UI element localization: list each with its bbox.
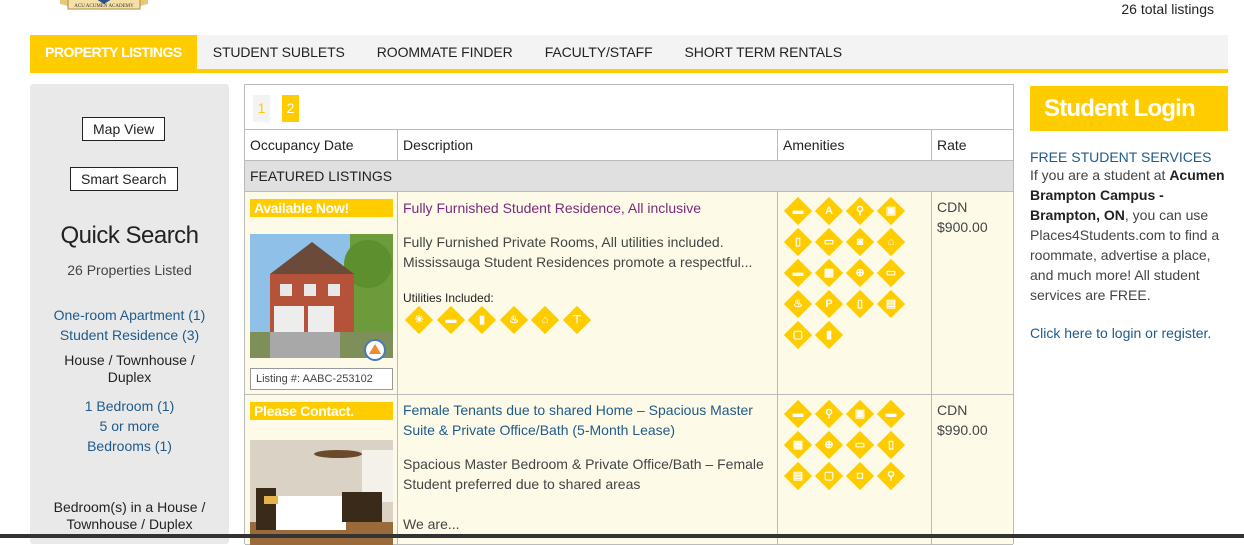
panorama-icon[interactable] — [361, 338, 389, 362]
sidebar: Map View Smart Search Quick Search 26 Pr… — [30, 84, 229, 544]
page-1-link[interactable]: 1 — [253, 95, 270, 122]
ac-unit-icon: ▬ — [783, 196, 813, 226]
ac-unit-icon: ▬ — [783, 399, 813, 429]
header-amenities: Amenities — [783, 137, 845, 153]
header-rate: Rate — [937, 137, 967, 153]
listing-row: Available Now! Listing #: AABC-253102 Fu… — [245, 192, 1013, 395]
tv-icon: ▭ — [845, 430, 875, 460]
map-view-button[interactable]: Map View — [82, 117, 166, 141]
listing-title-link[interactable]: Fully Furnished Student Residence, All i… — [403, 198, 763, 218]
student-login-button[interactable]: Student Login — [1030, 86, 1228, 131]
total-listings: 26 total listings — [1121, 1, 1214, 17]
bed-icon: ▬ — [783, 258, 813, 288]
services-text: If you are a student at Acumen Brampton … — [1030, 167, 1225, 303]
page-2-current[interactable]: 2 — [282, 95, 299, 122]
availability-badge: Available Now! — [250, 199, 393, 217]
water-tap-icon: ⊤ — [562, 305, 592, 335]
quick-search-heading: Quick Search — [60, 222, 199, 249]
bus-icon: ▣ — [876, 196, 906, 226]
fridge-icon: ▯ — [783, 227, 813, 257]
dishwasher-icon: ▤ — [783, 461, 813, 491]
accessible-icon: A — [814, 196, 844, 226]
bike-icon: ⚲ — [845, 196, 875, 226]
tab-student-sublets[interactable]: STUDENT SUBLETS — [197, 35, 361, 69]
tab-roommate-finder[interactable]: ROOMMATE FINDER — [361, 35, 529, 69]
listing-number: Listing #: AABC-253102 — [250, 368, 393, 390]
filter-one-room-apartment[interactable]: One-room Apartment (1) — [30, 305, 229, 325]
oven-icon: ▢ — [814, 461, 844, 491]
internet-icon: ⊕ — [814, 430, 844, 460]
oven-icon: ▢ — [783, 320, 813, 350]
bed-icon: ▬ — [876, 399, 906, 429]
rate-currency: CDN — [937, 199, 968, 215]
utilities-included-label: Utilities Included: — [403, 291, 494, 305]
site-logo[interactable]: ACU ACUMEN ACADEMY — [58, 0, 150, 20]
listing-title-link[interactable]: Female Tenants due to shared Home – Spac… — [403, 400, 763, 440]
parking-icon: P — [814, 289, 844, 319]
rate-amount: $990.00 — [937, 422, 988, 438]
heat-icon: ☀ — [404, 305, 434, 335]
bike-icon: ⚲ — [814, 399, 844, 429]
listings-table: 1 2 Occupancy Date Description Amenities… — [244, 84, 1014, 545]
listing-photo[interactable] — [250, 440, 393, 545]
smart-search-button[interactable]: Smart Search — [70, 167, 178, 191]
water-heater-icon: ▮ — [467, 305, 497, 335]
dishwasher-icon: ▤ — [876, 289, 906, 319]
cable-tv-icon: ◘ — [845, 461, 875, 491]
ac-icon: ▬ — [436, 305, 466, 335]
house-townhouse-heading: House / Townhouse / Duplex — [64, 352, 195, 385]
fire-icon: ♨ — [783, 289, 813, 319]
bike-rack-icon: ⚲ — [876, 461, 906, 491]
free-services-heading: FREE STUDENT SERVICES — [1030, 149, 1212, 165]
rate-amount: $900.00 — [937, 219, 988, 235]
properties-listed-count: 26 Properties Listed — [67, 262, 192, 278]
phone-icon: ▯ — [876, 430, 906, 460]
header-occupancy-date: Occupancy Date — [250, 137, 354, 153]
filter-student-residence[interactable]: Student Residence (3) — [30, 325, 229, 345]
featured-listings-label: FEATURED LISTINGS — [245, 161, 1013, 192]
home-icon: ⌂ — [876, 227, 906, 257]
listing-description: Fully Furnished Private Rooms, All utili… — [403, 234, 753, 270]
laundry-icon: ▦ — [814, 258, 844, 288]
laundry-icon: ▦ — [783, 430, 813, 460]
washer-icon: ◙ — [845, 227, 875, 257]
bus-icon: ▣ — [845, 399, 875, 429]
logo-text: ACU ACUMEN ACADEMY — [74, 4, 134, 9]
filter-5-or-more-bedrooms[interactable]: 5 or more Bedrooms (1) — [66, 416, 193, 456]
header-description: Description — [403, 137, 474, 153]
login-register-link[interactable]: Click here to login or register. — [1030, 325, 1228, 341]
phone-icon: ▯ — [845, 289, 875, 319]
rate-currency: CDN — [937, 402, 968, 418]
pagination: 1 2 — [253, 95, 299, 122]
tab-short-term-rentals[interactable]: SHORT TERM RENTALS — [669, 35, 858, 69]
bottom-bar — [0, 534, 1244, 538]
stove-icon: ▮ — [814, 320, 844, 350]
tab-property-listings[interactable]: PROPERTY LISTINGS — [30, 35, 197, 69]
right-panel: Student Login FREE STUDENT SERVICES If y… — [1030, 86, 1228, 341]
filter-1-bedroom[interactable]: 1 Bedroom (1) — [30, 396, 229, 416]
main-nav: PROPERTY LISTINGS STUDENT SUBLETS ROOMMA… — [30, 35, 1228, 73]
table-header: Occupancy Date Description Amenities Rat… — [245, 129, 1013, 161]
listing-description-more: We are... — [403, 516, 460, 532]
availability-badge: Please Contact. — [250, 402, 393, 420]
internet-icon: ⊕ — [845, 258, 875, 288]
hydro-icon: ⌂ — [530, 305, 560, 335]
bedroom-in-house-heading: Bedroom(s) in a House / Townhouse / Dupl… — [53, 499, 206, 532]
microwave-icon: ▭ — [814, 227, 844, 257]
gas-icon: ♨ — [499, 305, 529, 335]
listing-description: Spacious Master Bedroom & Private Office… — [403, 456, 764, 492]
tv-icon: ▭ — [876, 258, 906, 288]
tab-faculty-staff[interactable]: FACULTY/STAFF — [529, 35, 669, 69]
listing-row: Please Contact. Female Tenants due to sh… — [245, 395, 1013, 545]
